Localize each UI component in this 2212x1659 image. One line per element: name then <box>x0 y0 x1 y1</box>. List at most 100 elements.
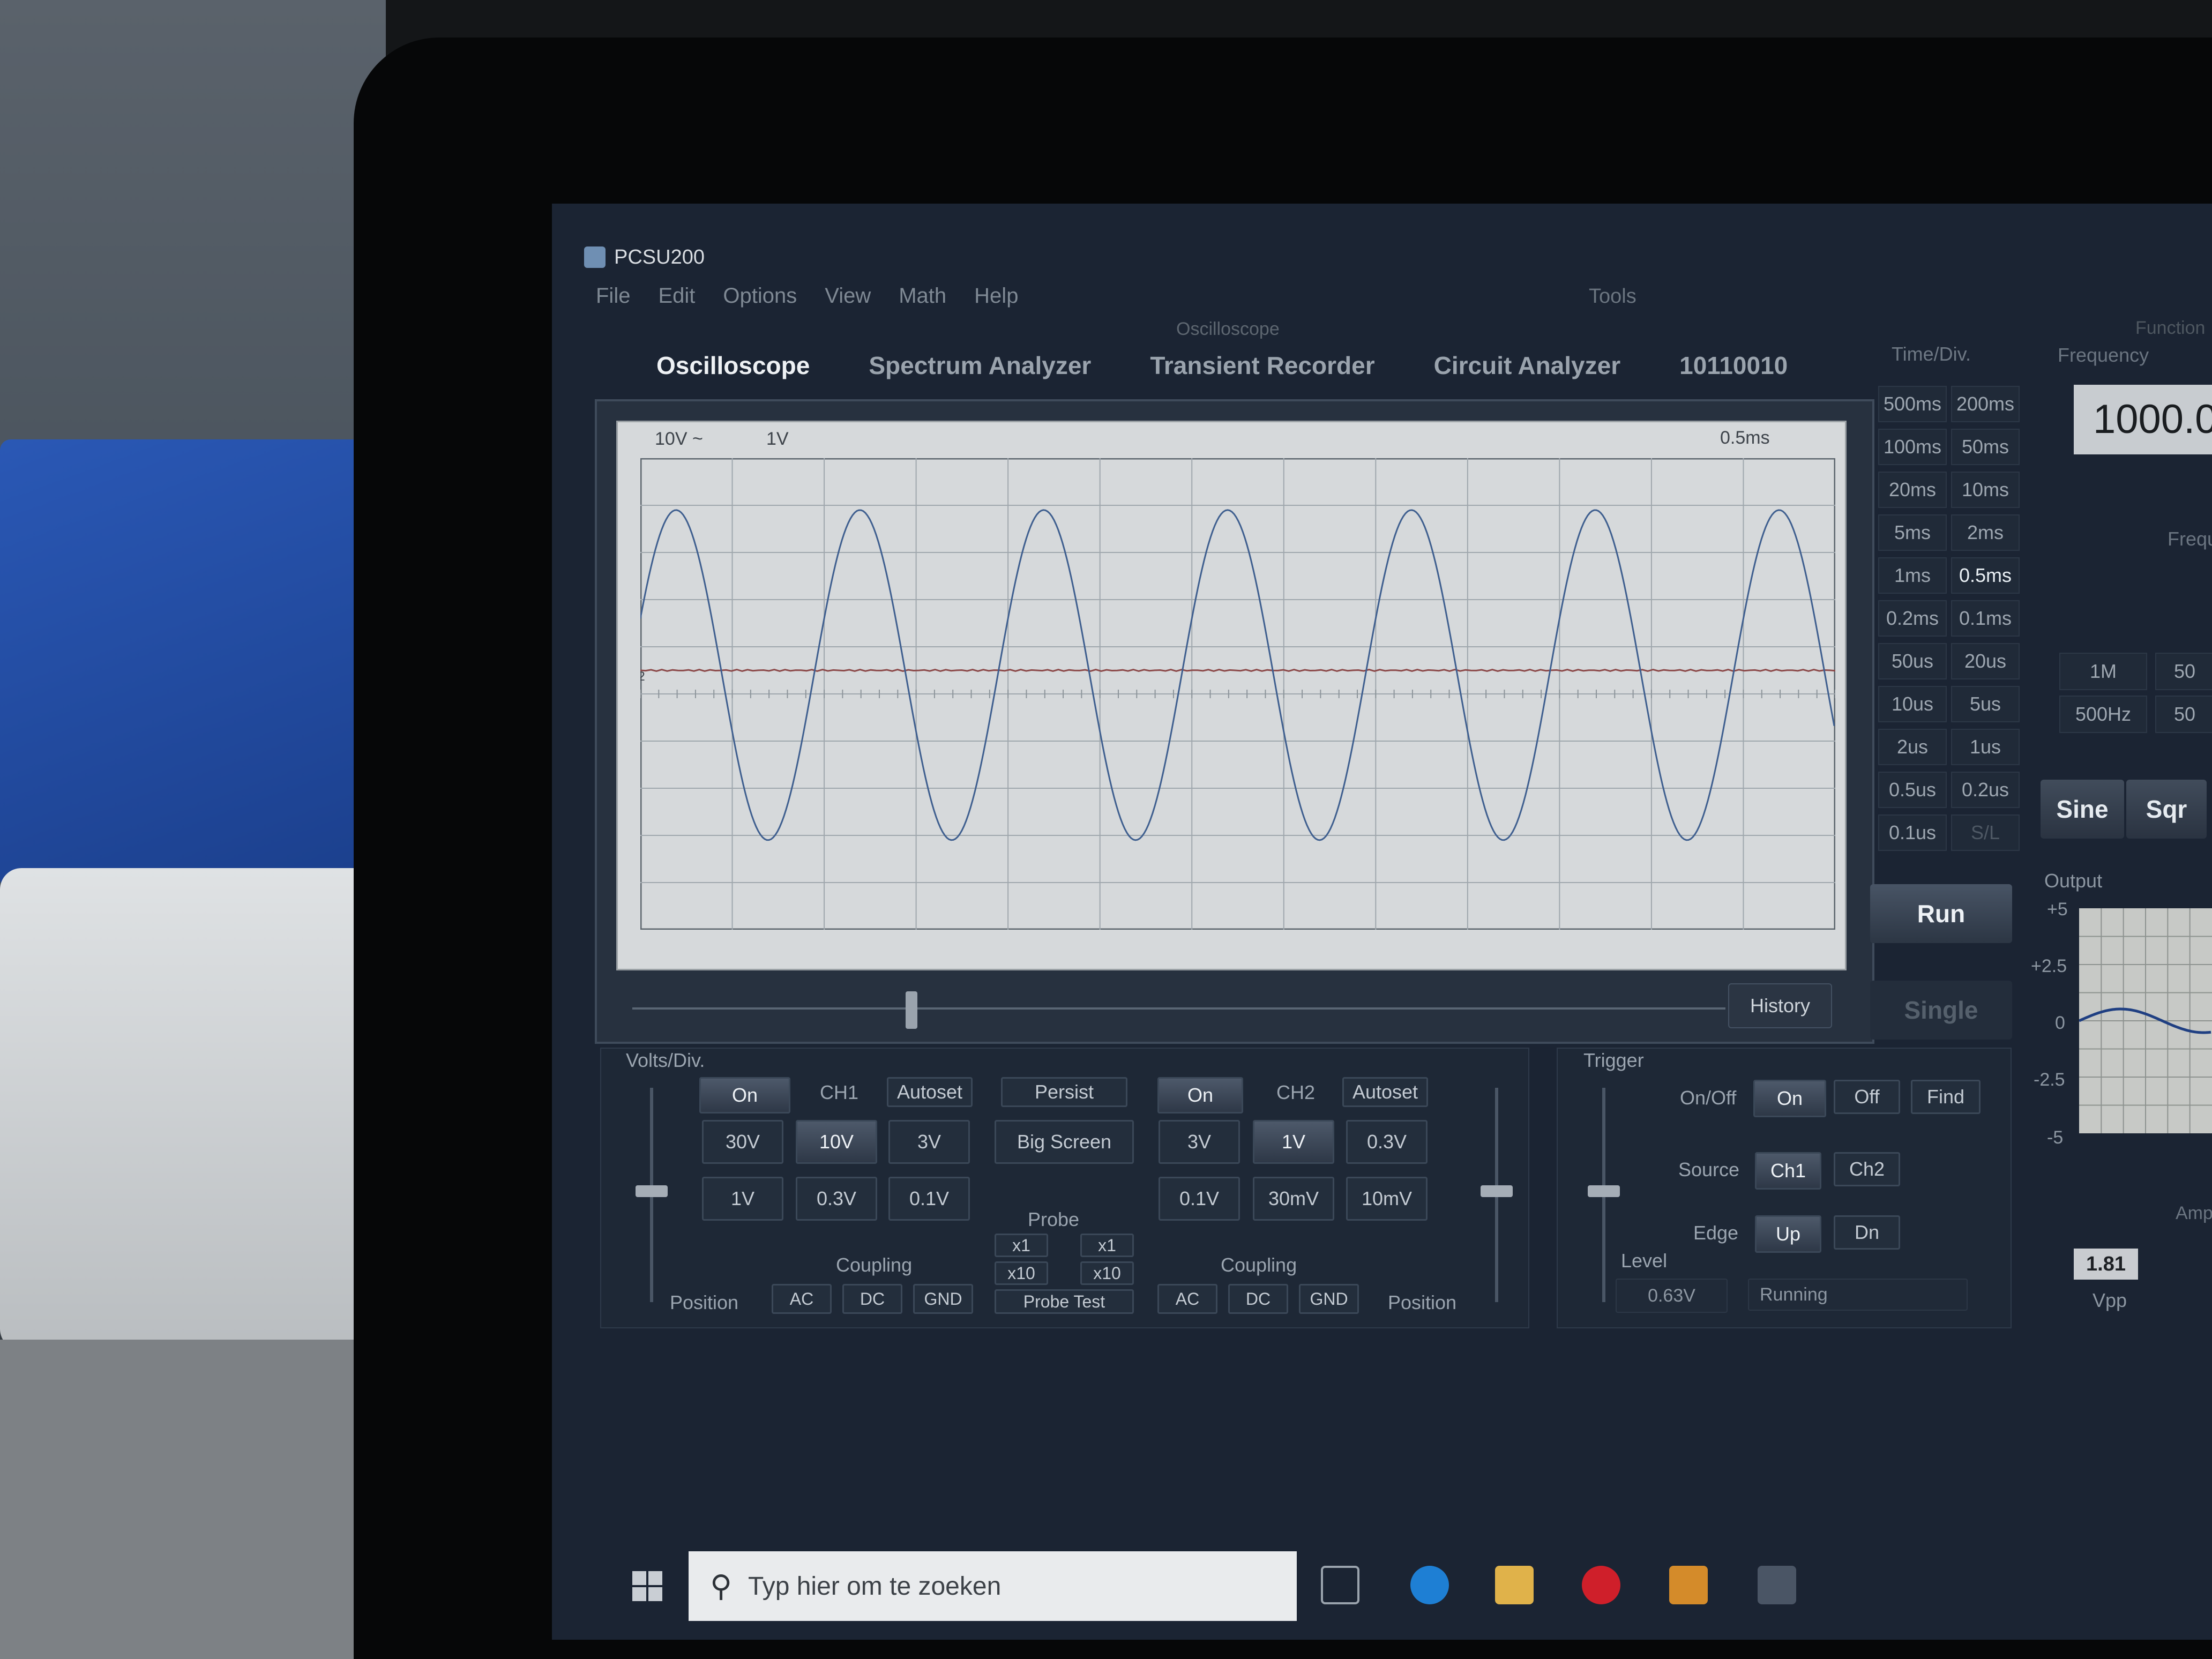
time-div-20us[interactable]: 20us <box>1951 643 2020 679</box>
tab-digital-pattern[interactable]: 10110010 <box>1679 351 1788 380</box>
ch1-position-slider-handle[interactable] <box>636 1185 668 1197</box>
probe-test-button[interactable]: Probe Test <box>995 1289 1134 1314</box>
menu-math[interactable]: Math <box>899 284 946 308</box>
time-div-s-l[interactable]: S/L <box>1951 814 2020 851</box>
ch2-range-3v[interactable]: 3V <box>1159 1120 1240 1164</box>
probe-ch1-x1[interactable]: x1 <box>995 1234 1048 1257</box>
scope-graticule[interactable]: 12 <box>640 458 1835 930</box>
time-div-10us[interactable]: 10us <box>1878 686 1947 722</box>
ch2-coupling-gnd[interactable]: GND <box>1299 1284 1359 1314</box>
time-div-2ms[interactable]: 2ms <box>1951 514 2020 551</box>
ch1-autoset-button[interactable]: Autoset <box>887 1077 973 1107</box>
range-1m-button[interactable]: 1M <box>2059 653 2147 690</box>
menu-edit[interactable]: Edit <box>658 284 695 308</box>
ch2-position-slider-handle[interactable] <box>1481 1185 1513 1197</box>
trigger-off-button[interactable]: Off <box>1834 1080 1900 1114</box>
ch2-range-0-1v[interactable]: 0.1V <box>1159 1177 1240 1221</box>
range-500hz-button[interactable]: 500Hz <box>2059 696 2147 733</box>
time-div-500ms[interactable]: 500ms <box>1878 386 1947 422</box>
ch1-coupling-gnd[interactable]: GND <box>913 1284 973 1314</box>
square-button[interactable]: Sqr <box>2126 780 2207 839</box>
ch1-range-0-1v[interactable]: 0.1V <box>888 1177 970 1221</box>
time-div-1ms[interactable]: 1ms <box>1878 557 1947 594</box>
history-button[interactable]: History <box>1728 983 1832 1028</box>
ch2-coupling-dc[interactable]: DC <box>1228 1284 1288 1314</box>
probe-ch2-x1[interactable]: x1 <box>1080 1234 1134 1257</box>
menu-file[interactable]: File <box>596 284 630 308</box>
title-bar: PCSU200 <box>584 241 705 273</box>
ch2-range-0-3v[interactable]: 0.3V <box>1346 1120 1428 1164</box>
trigger-source-ch1[interactable]: Ch1 <box>1755 1152 1821 1190</box>
time-div-0-2ms[interactable]: 0.2ms <box>1878 600 1947 637</box>
ch1-range-0-3v[interactable]: 0.3V <box>796 1177 877 1221</box>
time-div-5us[interactable]: 5us <box>1951 686 2020 722</box>
single-button[interactable]: Single <box>1870 981 2012 1040</box>
menu-options[interactable]: Options <box>723 284 797 308</box>
frequency-display[interactable]: 1000.0 <box>2074 385 2212 454</box>
probe-ch1-x10[interactable]: x10 <box>995 1261 1048 1285</box>
windows-start-icon[interactable] <box>632 1571 662 1601</box>
time-div-50ms[interactable]: 50ms <box>1951 429 2020 465</box>
history-slider-handle[interactable] <box>906 991 917 1029</box>
taskbar-search-input[interactable]: ⚲ Typ hier om te zoeken <box>689 1551 1297 1621</box>
range-50-button[interactable]: 50 <box>2155 653 2212 690</box>
history-slider-track[interactable] <box>632 1007 1725 1010</box>
tab-spectrum-analyzer[interactable]: Spectrum Analyzer <box>869 351 1091 380</box>
time-div-0-1us[interactable]: 0.1us <box>1878 814 1947 851</box>
time-div-100ms[interactable]: 100ms <box>1878 429 1947 465</box>
ch1-range-3v[interactable]: 3V <box>888 1120 970 1164</box>
time-div-0-1ms[interactable]: 0.1ms <box>1951 600 2020 637</box>
time-div-5ms[interactable]: 5ms <box>1878 514 1947 551</box>
tab-oscilloscope[interactable]: Oscilloscope <box>656 351 810 380</box>
trigger-edge-down[interactable]: Dn <box>1834 1215 1900 1250</box>
ch2-coupling-ac[interactable]: AC <box>1157 1284 1217 1314</box>
ch1-coupling-dc[interactable]: DC <box>842 1284 902 1314</box>
ch1-range-1v[interactable]: 1V <box>702 1177 783 1221</box>
trigger-edge-up[interactable]: Up <box>1755 1215 1821 1253</box>
big-screen-button[interactable]: Big Screen <box>995 1120 1134 1164</box>
tab-circuit-analyzer[interactable]: Circuit Analyzer <box>1434 351 1621 380</box>
time-div-1us[interactable]: 1us <box>1951 729 2020 765</box>
ch2-range-30mv[interactable]: 30mV <box>1253 1177 1334 1221</box>
time-div-0-2us[interactable]: 0.2us <box>1951 772 2020 808</box>
output-tick-minus2-5: -2.5 <box>2034 1070 2065 1090</box>
file-explorer-icon[interactable] <box>1495 1566 1534 1604</box>
vpp-display[interactable]: 1.81 <box>2074 1249 2138 1280</box>
trigger-find-button[interactable]: Find <box>1911 1080 1981 1114</box>
ch2-scale-readout: 1V <box>766 429 789 449</box>
range-50-button-2[interactable]: 50 <box>2155 696 2212 733</box>
time-div-0-5ms[interactable]: 0.5ms <box>1951 557 2020 594</box>
menu-help[interactable]: Help <box>974 284 1018 308</box>
persist-button[interactable]: Persist <box>1001 1077 1127 1107</box>
ch2-range-1v[interactable]: 1V <box>1253 1120 1334 1164</box>
trigger-level-slider-handle[interactable] <box>1588 1185 1620 1197</box>
tab-transient-recorder[interactable]: Transient Recorder <box>1150 351 1374 380</box>
ch2-range-10mv[interactable]: 10mV <box>1346 1177 1428 1221</box>
time-div-200ms[interactable]: 200ms <box>1951 386 2020 422</box>
run-button[interactable]: Run <box>1870 884 2012 943</box>
ch1-position-label: Position <box>670 1291 739 1313</box>
window-title: PCSU200 <box>614 245 705 268</box>
trigger-on-button[interactable]: On <box>1753 1080 1826 1117</box>
frequency-label: Frequency <box>2058 344 2149 366</box>
pcsu200-taskbar-icon[interactable] <box>1758 1566 1796 1604</box>
time-div-20ms[interactable]: 20ms <box>1878 472 1947 508</box>
trigger-source-ch2[interactable]: Ch2 <box>1834 1152 1900 1186</box>
time-div-10ms[interactable]: 10ms <box>1951 472 2020 508</box>
time-div-50us[interactable]: 50us <box>1878 643 1947 679</box>
ch2-autoset-button[interactable]: Autoset <box>1342 1077 1428 1107</box>
sine-button[interactable]: Sine <box>2041 780 2124 839</box>
time-div-2us[interactable]: 2us <box>1878 729 1947 765</box>
ch1-range-30v[interactable]: 30V <box>702 1120 783 1164</box>
edge-browser-icon[interactable] <box>1410 1566 1449 1604</box>
ch2-on-button[interactable]: On <box>1157 1077 1243 1114</box>
time-div-0-5us[interactable]: 0.5us <box>1878 772 1947 808</box>
ch1-coupling-ac[interactable]: AC <box>772 1284 832 1314</box>
ch1-on-button[interactable]: On <box>699 1077 790 1114</box>
probe-ch2-x10[interactable]: x10 <box>1080 1261 1134 1285</box>
opera-browser-icon[interactable] <box>1582 1566 1620 1604</box>
task-view-icon[interactable] <box>1321 1566 1359 1604</box>
menu-view[interactable]: View <box>825 284 871 308</box>
store-icon[interactable] <box>1669 1566 1708 1604</box>
ch1-range-10v[interactable]: 10V <box>796 1120 877 1164</box>
